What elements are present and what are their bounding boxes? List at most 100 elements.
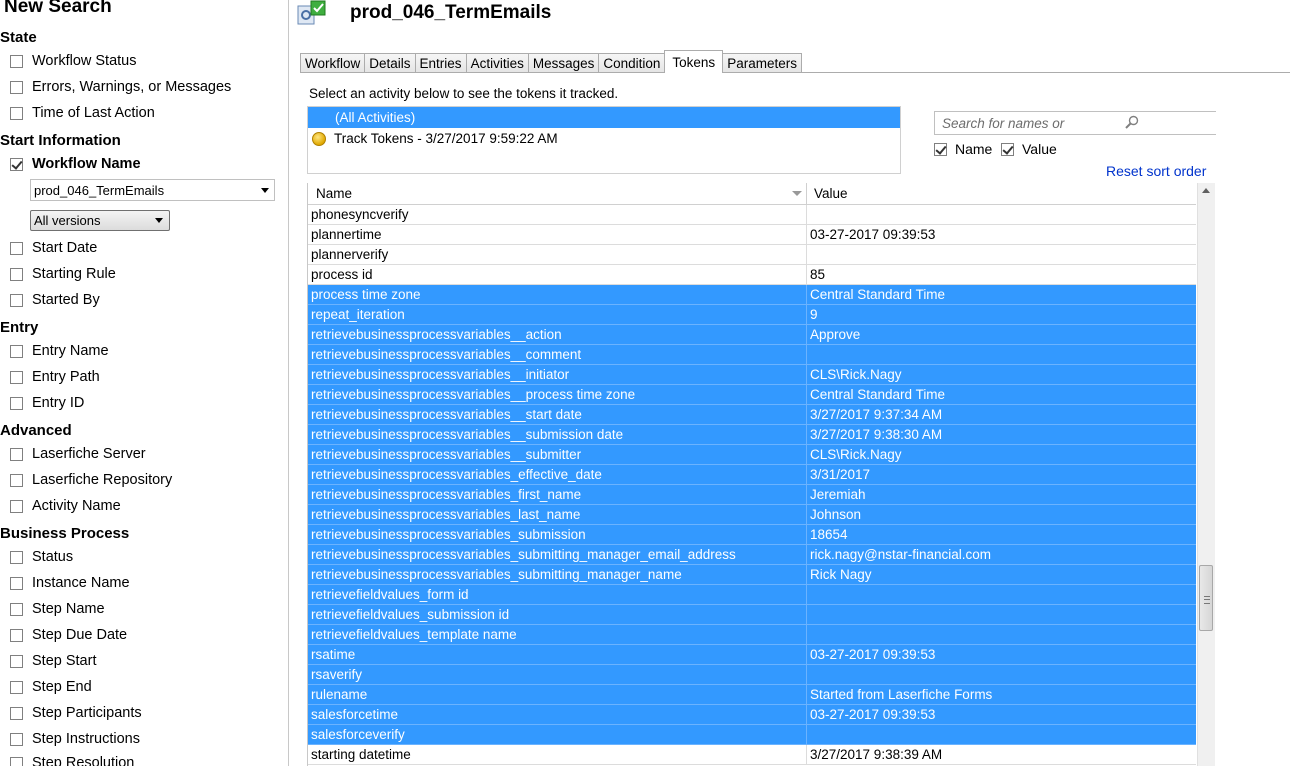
checkbox[interactable] xyxy=(10,267,23,281)
option-lf-repository[interactable]: Laserfiche Repository xyxy=(10,470,172,490)
table-row[interactable]: plannertime 03-27-2017 09:39:53 xyxy=(308,225,1196,245)
tab-details[interactable]: Details xyxy=(364,53,416,73)
option-step-due-date[interactable]: Step Due Date xyxy=(10,625,127,645)
table-row[interactable]: retrievebusinessprocessvariables_submitt… xyxy=(308,565,1196,585)
activity-item-track-tokens[interactable]: Track Tokens - 3/27/2017 9:59:22 AM xyxy=(308,128,900,149)
filter-name-checkbox[interactable]: Name xyxy=(934,141,992,157)
activity-item-all[interactable]: (All Activities) xyxy=(308,107,900,128)
option-step-instructions[interactable]: Step Instructions xyxy=(10,729,140,749)
table-row[interactable]: retrievefieldvalues_form id xyxy=(308,585,1196,605)
checkbox[interactable] xyxy=(10,106,23,120)
versions-combo[interactable]: All versions xyxy=(30,210,170,231)
tokens-grid[interactable]: Name Value phonesyncverify plannertime 03-… xyxy=(307,183,1196,766)
scrollbar-thumb[interactable] xyxy=(1199,565,1213,631)
table-row[interactable]: retrievebusinessprocessvariables__commen… xyxy=(308,345,1196,365)
checkbox[interactable] xyxy=(10,447,23,461)
reset-sort-link[interactable]: Reset sort order xyxy=(1106,163,1206,179)
checkbox[interactable] xyxy=(10,654,23,668)
table-row[interactable]: rsaverify xyxy=(308,665,1196,685)
table-row[interactable]: retrievebusinessprocessvariables__action… xyxy=(308,325,1196,345)
table-row[interactable]: process time zone Central Standard Time xyxy=(308,285,1196,305)
checkbox[interactable] xyxy=(10,499,23,513)
table-row[interactable]: starting datetime 3/27/2017 9:38:39 AM xyxy=(308,745,1196,765)
tab-entries[interactable]: Entries xyxy=(414,53,467,73)
checkbox[interactable] xyxy=(10,602,23,616)
option-starting-rule[interactable]: Starting Rule xyxy=(10,264,116,284)
search-icon[interactable] xyxy=(1125,115,1139,129)
table-row[interactable]: rsatime 03-27-2017 09:39:53 xyxy=(308,645,1196,665)
scroll-up-icon[interactable] xyxy=(1202,188,1210,193)
option-step-end[interactable]: Step End xyxy=(10,677,92,697)
activity-list[interactable]: (All Activities) Track Tokens - 3/27/201… xyxy=(307,106,901,174)
option-status[interactable]: Status xyxy=(10,547,73,567)
table-row[interactable]: retrievebusinessprocessvariables_effecti… xyxy=(308,465,1196,485)
table-row[interactable]: process id 85 xyxy=(308,265,1196,285)
tab-condition[interactable]: Condition xyxy=(598,53,666,73)
checkbox[interactable] xyxy=(10,680,23,694)
option-errors[interactable]: Errors, Warnings, or Messages xyxy=(10,77,231,97)
tab-workflow[interactable]: Workflow xyxy=(300,53,366,73)
checkbox[interactable] xyxy=(10,756,23,766)
table-row[interactable]: salesforceverify xyxy=(308,725,1196,745)
column-header-name[interactable]: Name xyxy=(308,183,807,204)
option-entry-name[interactable]: Entry Name xyxy=(10,341,109,361)
chevron-down-icon[interactable] xyxy=(261,188,269,193)
checkbox-checked[interactable] xyxy=(10,157,23,171)
checkbox-checked[interactable] xyxy=(1001,142,1014,156)
table-row[interactable]: retrievebusinessprocessvariables__start … xyxy=(308,405,1196,425)
checkbox[interactable] xyxy=(10,344,23,358)
table-row[interactable]: repeat_iteration 9 xyxy=(308,305,1196,325)
checkbox[interactable] xyxy=(10,628,23,642)
checkbox[interactable] xyxy=(10,706,23,720)
option-workflow-status[interactable]: Workflow Status xyxy=(10,51,137,71)
option-activity-name[interactable]: Activity Name xyxy=(10,496,121,516)
table-row[interactable]: phonesyncverify xyxy=(308,205,1196,225)
option-step-start[interactable]: Step Start xyxy=(10,651,96,671)
option-entry-id[interactable]: Entry ID xyxy=(10,393,84,413)
checkbox[interactable] xyxy=(10,293,23,307)
option-instance-name[interactable]: Instance Name xyxy=(10,573,130,593)
checkbox[interactable] xyxy=(10,54,23,68)
checkbox[interactable] xyxy=(10,370,23,384)
option-step-resolution[interactable]: Step Resolution xyxy=(10,753,134,766)
tab-parameters[interactable]: Parameters xyxy=(722,53,802,73)
column-header-value[interactable]: Value xyxy=(807,183,1196,204)
option-step-participants[interactable]: Step Participants xyxy=(10,703,142,723)
option-lf-server[interactable]: Laserfiche Server xyxy=(10,444,146,464)
table-row[interactable]: retrievebusinessprocessvariables_last_na… xyxy=(308,505,1196,525)
tab-tokens[interactable]: Tokens xyxy=(664,50,724,73)
option-step-name[interactable]: Step Name xyxy=(10,599,105,619)
checkbox[interactable] xyxy=(10,241,23,255)
table-row[interactable]: retrievebusinessprocessvariables__proces… xyxy=(308,385,1196,405)
option-workflow-name[interactable]: Workflow Name xyxy=(10,154,141,174)
checkbox[interactable] xyxy=(10,473,23,487)
table-row[interactable]: retrievebusinessprocessvariables_submiss… xyxy=(308,525,1196,545)
grid-scrollbar[interactable] xyxy=(1197,183,1215,766)
table-row[interactable]: rulename Started from Laserfiche Forms xyxy=(308,685,1196,705)
checkbox[interactable] xyxy=(10,550,23,564)
filter-value-checkbox[interactable]: Value xyxy=(1001,141,1057,157)
table-row[interactable]: retrievebusinessprocessvariables_first_n… xyxy=(308,485,1196,505)
table-row[interactable]: salesforcetime 03-27-2017 09:39:53 xyxy=(308,705,1196,725)
table-row[interactable]: retrievefieldvalues_template name xyxy=(308,625,1196,645)
checkbox-checked[interactable] xyxy=(934,142,947,156)
table-row[interactable]: retrievefieldvalues_submission id xyxy=(308,605,1196,625)
table-row[interactable]: retrievebusinessprocessvariables__initia… xyxy=(308,365,1196,385)
table-row[interactable]: retrievebusinessprocessvariables__submit… xyxy=(308,445,1196,465)
checkbox[interactable] xyxy=(10,732,23,746)
option-time-last-action[interactable]: Time of Last Action xyxy=(10,103,155,123)
table-row[interactable]: retrievebusinessprocessvariables_submitt… xyxy=(308,545,1196,565)
checkbox[interactable] xyxy=(10,576,23,590)
tab-messages[interactable]: Messages xyxy=(527,53,600,73)
table-row[interactable]: plannerverify xyxy=(308,245,1196,265)
checkbox[interactable] xyxy=(10,80,23,94)
chevron-down-icon[interactable] xyxy=(155,218,163,223)
option-started-by[interactable]: Started By xyxy=(10,290,100,310)
option-entry-path[interactable]: Entry Path xyxy=(10,367,100,387)
checkbox[interactable] xyxy=(10,396,23,410)
table-row[interactable]: retrievebusinessprocessvariables__submis… xyxy=(308,425,1196,445)
option-start-date[interactable]: Start Date xyxy=(10,238,97,258)
tab-activities[interactable]: Activities xyxy=(465,53,529,73)
workflow-name-combo[interactable]: prod_046_TermEmails xyxy=(30,179,275,201)
token-search-input[interactable]: Search for names or xyxy=(934,111,1216,135)
